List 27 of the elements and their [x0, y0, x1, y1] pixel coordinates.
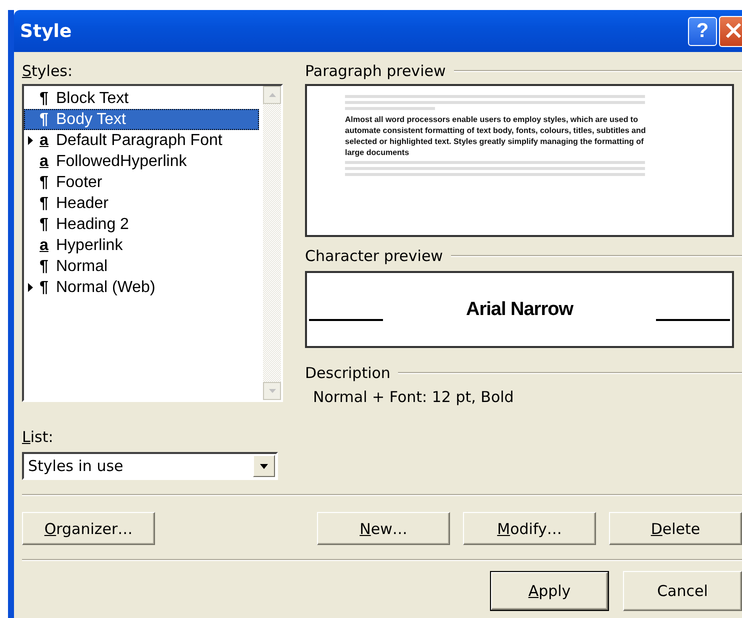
paragraph-preview-label: Paragraph preview	[305, 62, 446, 80]
dialog-button[interactable]: Delete	[609, 512, 742, 545]
style-list-item[interactable]: ¶ Block Text	[24, 88, 259, 109]
style-list-item[interactable]: ¶ Normal (Web)	[24, 277, 259, 298]
dialog-button[interactable]: Cancel	[623, 571, 742, 611]
list-label: List:	[22, 428, 54, 446]
style-list-item[interactable]: ¶ Footer	[24, 172, 259, 193]
help-button[interactable]: ?	[688, 16, 717, 46]
preview-paragraph: Almost all word processors enable users to employ styles, which are used to automate consistent formatting of text body, fonts, colours, titles, subtitles and selected or highlighted text. Styles greatly simplify managing the formatting of large documents	[345, 114, 647, 158]
description-text: Normal + Font: 12 pt, Bold	[313, 388, 515, 406]
style-list-item[interactable]: a Hyperlink	[24, 235, 259, 256]
style-list-item[interactable]: ¶ Header	[24, 193, 259, 214]
style-list-item[interactable]: ¶ Normal	[24, 256, 259, 277]
style-list-item[interactable]: ¶ Body Text	[24, 109, 259, 130]
character-preview-label: Character preview	[305, 247, 443, 265]
dialog-button[interactable]: Organizer…	[22, 512, 155, 545]
dialog-button[interactable]: Apply	[490, 571, 609, 611]
styles-label: Styles:	[22, 62, 74, 80]
style-list-item[interactable]: a Default Paragraph Font	[24, 130, 259, 151]
style-list-item[interactable]: ¶ Heading 2	[24, 214, 259, 235]
preview-font-sample: Arial Narrow	[465, 298, 574, 320]
list-dropdown[interactable]: Styles in use	[22, 452, 278, 480]
dialog-button[interactable]: New…	[317, 512, 450, 545]
style-list-item[interactable]: a FollowedHyperlink	[24, 151, 259, 172]
window-title: Style	[20, 20, 73, 42]
dialog-button[interactable]: Modify…	[463, 512, 596, 545]
description-label: Description	[305, 364, 390, 382]
